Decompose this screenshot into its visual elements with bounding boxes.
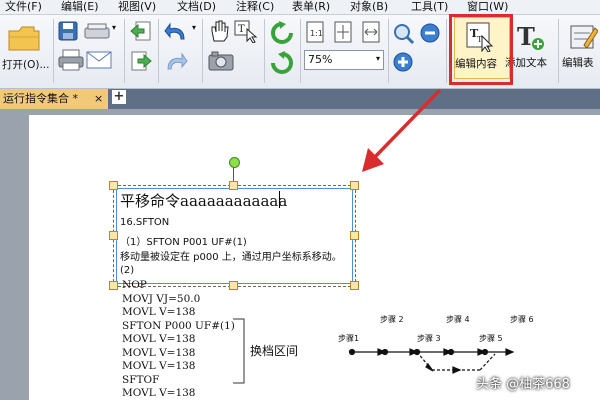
svg-text:T: T: [238, 24, 245, 35]
highlight-box: [449, 14, 513, 85]
zoom-tool-icon[interactable]: [393, 23, 415, 45]
print-icon[interactable]: [58, 49, 84, 71]
edit-form-button[interactable]: 编辑表: [562, 17, 600, 77]
rotate-clockwise-icon[interactable]: [270, 21, 294, 45]
text-box-line-2[interactable]: （1）SFTON P001 UF#(1): [120, 233, 247, 248]
menu-file[interactable]: 文件(F): [5, 0, 42, 14]
zoom-out-icon[interactable]: [420, 23, 440, 43]
save-icon[interactable]: [58, 21, 78, 41]
resize-handle-left[interactable]: [109, 231, 118, 240]
undo-icon[interactable]: [164, 21, 188, 43]
menu-tools[interactable]: 工具(T): [411, 0, 448, 14]
menu-bar: 文件(F) 编辑(E) 视图(V) 文档(D) 注释(C) 表单(R) 对象(B…: [0, 0, 600, 15]
svg-text:T: T: [517, 23, 535, 51]
tab-document[interactable]: 运行指令集合 * ×: [0, 89, 108, 109]
code-line: SFTON P000 UF#(1): [122, 319, 235, 332]
snapshot-icon[interactable]: [208, 51, 234, 71]
watermark: 头条 @柚茶668: [476, 377, 570, 392]
fit-page-icon[interactable]: [332, 21, 354, 43]
text-cursor: [279, 191, 280, 208]
dropdown-arrow-icon[interactable]: ▾: [112, 23, 116, 32]
edit-form-label: 编辑表: [562, 57, 594, 69]
bracket-label: 换档区间: [250, 344, 299, 358]
code-line: MOVL V=138: [122, 360, 196, 372]
resize-handle-top-right[interactable]: [350, 181, 359, 190]
tab-strip: 运行指令集合 * × +: [0, 89, 600, 109]
zoom-in-icon[interactable]: [393, 52, 413, 72]
menu-form[interactable]: 表单(R): [292, 0, 330, 14]
actual-size-icon[interactable]: 1:1: [304, 21, 326, 43]
open-button[interactable]: 打开(O)...: [2, 17, 52, 85]
menu-window[interactable]: 窗口(W): [467, 0, 508, 14]
zoom-dropdown-icon[interactable]: ▾: [376, 54, 380, 63]
annotation-arrow: [362, 88, 442, 172]
email-icon[interactable]: [86, 51, 112, 69]
undo-dropdown-icon[interactable]: ▾: [192, 23, 196, 32]
code-block: NOP MOVJ VJ=50.0 MOVL V=138 SFTON P000 U…: [122, 279, 235, 401]
code-line: MOVL V=138: [122, 387, 196, 399]
bracket: [233, 318, 245, 384]
new-tab-button[interactable]: +: [112, 90, 126, 104]
hand-tool-icon[interactable]: [208, 19, 230, 43]
text-box-line-1[interactable]: 16.SFTON: [120, 217, 169, 228]
import-icon[interactable]: [130, 21, 152, 43]
scanner-icon[interactable]: [84, 21, 110, 41]
zoom-select[interactable]: 75% ▾: [304, 50, 384, 70]
rotate-handle[interactable]: [229, 157, 240, 168]
code-line: MOVL V=138: [122, 333, 196, 345]
code-line: SFTOF: [122, 373, 160, 386]
menu-view[interactable]: 视图(V): [118, 0, 156, 14]
redo-icon[interactable]: [164, 51, 188, 73]
add-text-icon: T: [517, 23, 544, 51]
resize-handle-bottom-right[interactable]: [350, 281, 359, 290]
code-line: MOVJ VJ=50.0: [122, 292, 201, 305]
resize-handle-top[interactable]: [229, 181, 238, 190]
svg-text:1:1: 1:1: [310, 29, 323, 38]
text-box-line-4[interactable]: (2): [120, 265, 134, 276]
open-label: 打开(O)...: [2, 59, 50, 71]
fit-width-icon[interactable]: [360, 21, 382, 43]
resize-handle-right[interactable]: [350, 231, 359, 240]
tab-close-icon[interactable]: ×: [94, 89, 103, 109]
export-icon[interactable]: [130, 51, 152, 73]
code-line: MOVL V=138: [122, 346, 196, 359]
text-box-title[interactable]: 平移命令aaaaaaaaaaaa: [120, 190, 287, 211]
zoom-value: 75%: [308, 53, 333, 66]
tab-document-label: 运行指令集合 *: [3, 92, 78, 105]
select-text-icon[interactable]: T: [234, 19, 258, 43]
text-box-line-3[interactable]: 移动量被设定在 p000 上，通过用户坐标系移动。: [120, 248, 342, 263]
menu-object[interactable]: 对象(B): [350, 0, 388, 14]
resize-handle-top-left[interactable]: [109, 181, 118, 190]
folder-icon: [8, 26, 40, 51]
edit-form-icon: [570, 25, 598, 49]
code-line: MOVL V=138: [122, 306, 196, 318]
code-line: NOP: [122, 279, 147, 291]
toolbar: 打开(O)... ▾ ▾ T 1:1 75% ▾ T T 编辑内容 T 添加文本…: [0, 14, 600, 89]
menu-document[interactable]: 文档(D): [177, 0, 216, 14]
resize-handle-bottom-left[interactable]: [109, 281, 118, 290]
menu-comment[interactable]: 注释(C): [236, 0, 274, 14]
menu-edit[interactable]: 编辑(E): [61, 0, 99, 14]
add-text-button[interactable]: T 添加文本: [505, 17, 555, 77]
rotate-counterclockwise-icon[interactable]: [270, 51, 294, 75]
